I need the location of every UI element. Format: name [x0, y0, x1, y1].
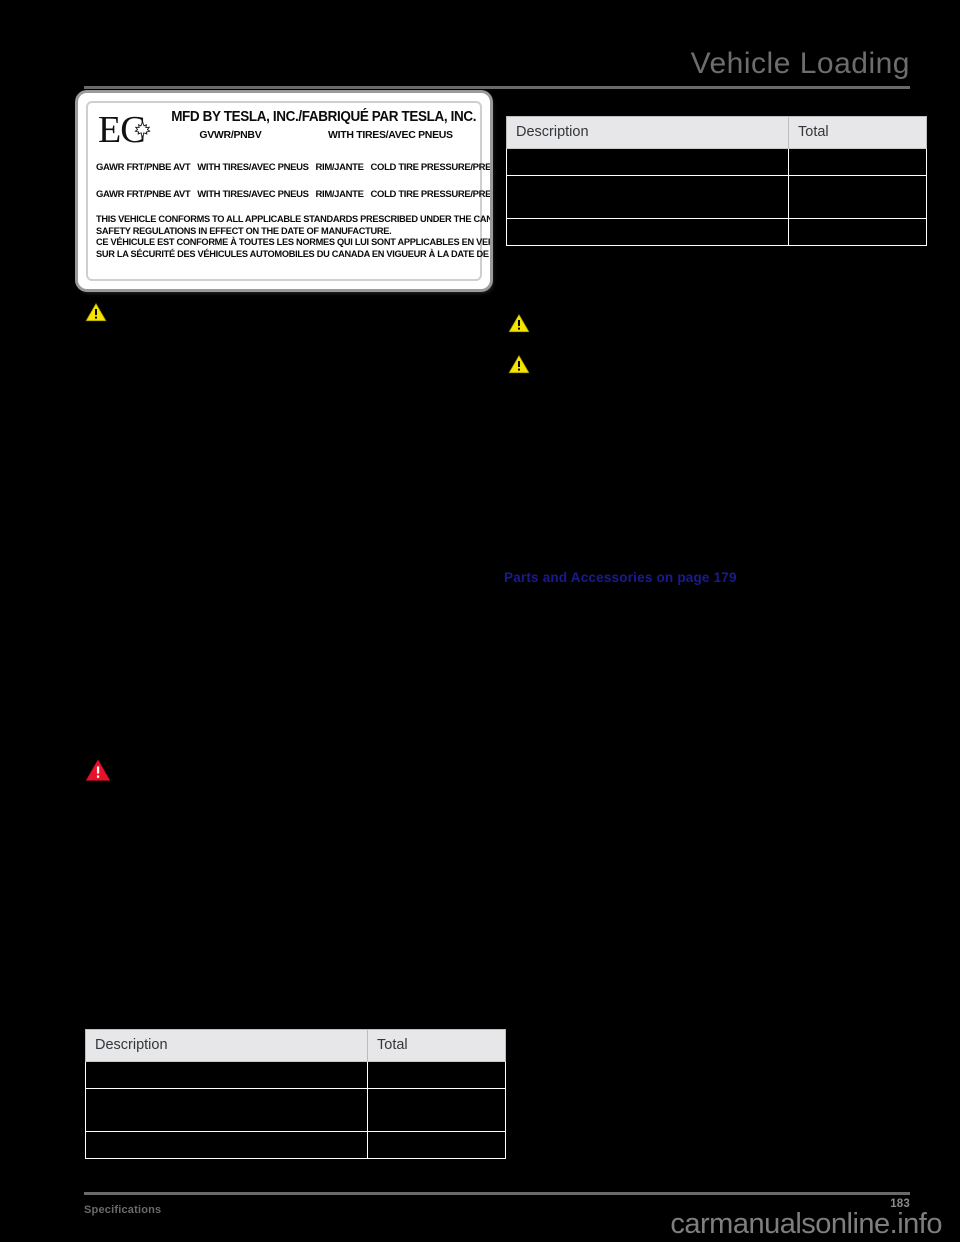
conformance-line: SAFETY REGULATIONS IN EFFECT ON THE DATE…	[96, 224, 392, 236]
certification-label-header: EC MFD BY TESLA, INC./FABRIQUÉ PAR TESLA…	[88, 107, 480, 155]
certification-label-figure: EC MFD BY TESLA, INC./FABRIQUÉ PAR TESLA…	[78, 93, 490, 289]
manufacturer-line: MFD BY TESLA, INC./FABRIQUÉ PAR TESLA, I…	[171, 109, 477, 125]
axle-row-front: GAWR FRT/PNBE AVT WITH TIRES/AVEC PNEUS …	[96, 161, 490, 174]
cell-description	[506, 218, 789, 246]
gawr-pressure-label: COLD TIRE PRESSURE/PRESSION DES PNEUS À …	[370, 162, 490, 173]
ec-logo: EC	[98, 109, 160, 153]
left-specification-table: Description Total	[85, 1029, 506, 1159]
gawr-rim-label: RIM/JANTE	[315, 189, 364, 200]
table-row	[506, 175, 927, 219]
footer-section-label: Specifications	[84, 1204, 162, 1216]
gawr-label: GAWR FRT/PNBE AVT	[96, 189, 191, 200]
table-row	[85, 1131, 506, 1159]
maple-leaf-icon	[134, 121, 151, 139]
footer-divider	[84, 1192, 910, 1195]
gawr-tires-label: WITH TIRES/AVEC PNEUS	[197, 189, 309, 200]
gawr-rim-label: RIM/JANTE	[315, 162, 364, 173]
cell-total	[367, 1131, 506, 1159]
danger-triangle-icon	[85, 758, 111, 782]
column-header-description: Description	[506, 116, 789, 149]
link-parts-and-accessories[interactable]: Parts and Accessories on page 179	[504, 569, 737, 586]
manual-page: Vehicle Loading EC MFD BY TESLA, INC./FA…	[0, 0, 960, 1242]
cell-description	[85, 1088, 368, 1132]
column-header-description: Description	[85, 1029, 368, 1062]
cell-total	[788, 148, 927, 176]
conformance-line: THIS VEHICLE CONFORMS TO ALL APPLICABLE …	[96, 213, 490, 224]
cell-total	[788, 218, 927, 246]
cell-total	[367, 1088, 506, 1132]
gawr-label: GAWR FRT/PNBE AVT	[96, 162, 191, 173]
warning-triangle-icon	[508, 354, 530, 374]
conformance-statement: THIS VEHICLE CONFORMS TO ALL APPLICABLE …	[96, 213, 490, 259]
cell-description	[506, 148, 789, 176]
table-header-row: Description Total	[85, 1029, 506, 1062]
watermark: carmanualsonline.info	[670, 1208, 942, 1240]
gvwr-label: GVWR/PNBV	[199, 129, 262, 141]
right-specification-table: Description Total	[506, 116, 927, 246]
cell-total	[788, 175, 927, 219]
warning-triangle-icon	[508, 313, 530, 333]
axle-row-rear: GAWR FRT/PNBE AVT WITH TIRES/AVEC PNEUS …	[96, 188, 490, 201]
warning-triangle-icon	[85, 302, 107, 322]
cell-total	[367, 1061, 506, 1089]
gawr-tires-label: WITH TIRES/AVEC PNEUS	[197, 162, 309, 173]
certification-label-border: EC MFD BY TESLA, INC./FABRIQUÉ PAR TESLA…	[86, 101, 490, 281]
table-row	[506, 218, 927, 246]
gvwr-row: GVWR/PNBV WITH TIRES/AVEC PNEUS	[160, 128, 480, 142]
gawr-pressure-label: COLD TIRE PRESSURE/PRESSION DES PNEUS À …	[370, 189, 490, 200]
table-row	[85, 1061, 506, 1089]
column-header-total: Total	[367, 1029, 506, 1062]
header-divider	[84, 86, 910, 89]
conformance-line: SUR LA SÉCURITÉ DES VÉHICULES AUTOMOBILE…	[96, 247, 490, 259]
cell-description	[506, 175, 789, 219]
gvwr-tires-label: WITH TIRES/AVEC PNEUS	[328, 129, 453, 141]
cell-description	[85, 1131, 368, 1159]
conformance-line: CE VÉHICULE EST CONFORME À TOUTES LES NO…	[96, 236, 490, 248]
column-header-total: Total	[788, 116, 927, 149]
table-row	[506, 148, 927, 176]
page-title: Vehicle Loading	[690, 47, 910, 80]
table-row	[85, 1088, 506, 1132]
table-header-row: Description Total	[506, 116, 927, 149]
cell-description	[85, 1061, 368, 1089]
